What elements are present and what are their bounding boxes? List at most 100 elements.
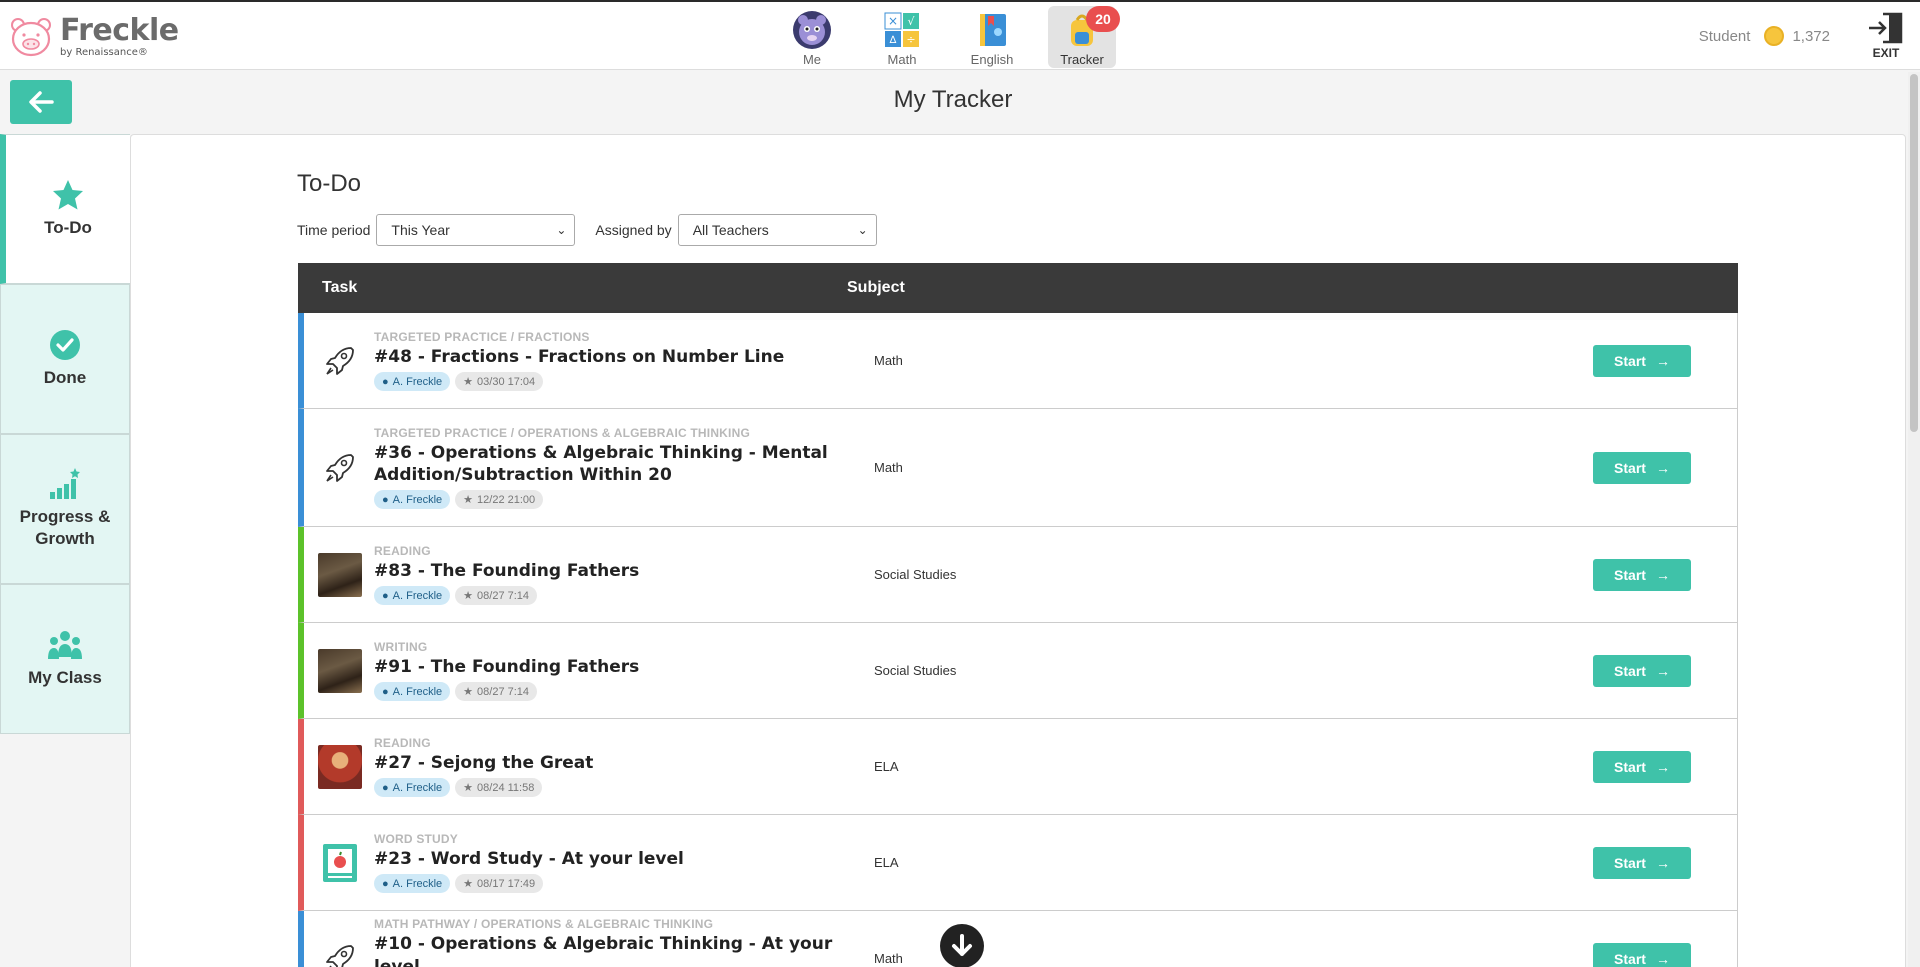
user-icon: ● [382, 493, 389, 506]
nav-tab-english[interactable]: English [958, 6, 1026, 68]
page-scrollbar[interactable] [1908, 72, 1920, 967]
start-label: Start [1614, 352, 1646, 369]
rocket-icon [318, 937, 362, 967]
filters-bar: Time period This Year ⌄ Assigned by All … [297, 214, 877, 246]
star-icon: ★ [463, 376, 474, 389]
svg-text:∆: ∆ [889, 35, 897, 46]
start-button[interactable]: Start → [1593, 344, 1691, 377]
scrollbar-thumb[interactable] [1910, 74, 1918, 432]
table-row: MATH PATHWAY / OPERATIONS & ALGEBRAIC TH… [298, 911, 1738, 967]
start-button[interactable]: Start → [1593, 942, 1691, 967]
task-info: READING #27 - Sejong the Great ● A. Freckle… [374, 736, 874, 798]
arrow-right-icon: → [1655, 459, 1670, 476]
date-chip: ★ 08/24 11:58 [455, 778, 543, 798]
teacher-name: A. Freckle [392, 493, 443, 506]
task-title[interactable]: #10 - Operations & Algebraic Thinking - … [374, 933, 874, 967]
task-subject: ELA [874, 855, 899, 870]
teacher-chip: ● A. Freckle [374, 490, 451, 510]
start-button[interactable]: Start → [1593, 654, 1691, 687]
math-icon: × √ ∆ ÷ [884, 12, 919, 47]
assigned-date: 08/27 7:14 [477, 685, 530, 698]
pig-logo-icon [11, 18, 51, 57]
column-header-task: Task [322, 279, 358, 296]
arrow-right-icon: → [1655, 854, 1670, 871]
user-icon: ● [382, 781, 389, 794]
exit-door-icon [1869, 12, 1903, 44]
star-icon [53, 179, 83, 210]
star-icon: ★ [463, 686, 474, 699]
chevron-down-icon: ⌄ [556, 223, 567, 237]
date-chip: ★ 08/27 7:14 [455, 586, 538, 606]
sidebar-item-progress-growth[interactable]: Progress & Growth [0, 434, 130, 584]
rocket-icon [318, 339, 362, 383]
nav-tab-me[interactable]: Me [778, 6, 846, 68]
start-button[interactable]: Start → [1593, 451, 1691, 484]
arrow-right-icon: → [1655, 950, 1670, 967]
star-icon: ★ [463, 782, 474, 795]
teacher-name: A. Freckle [392, 375, 443, 388]
start-button[interactable]: Start → [1593, 846, 1691, 879]
logo-subtitle: by Renaissance® [60, 47, 148, 58]
task-subject: Social Studies [874, 567, 957, 582]
task-subject: Math [874, 460, 903, 475]
sidebar-item-done[interactable]: Done [0, 284, 130, 434]
exit-label: EXIT [1872, 46, 1900, 60]
table-row: TARGETED PRACTICE / FRACTIONS #48 - Fract… [298, 313, 1738, 409]
portrait-thumbnail [318, 744, 362, 789]
task-title[interactable]: #36 - Operations & Algebraic Thinking - … [374, 442, 874, 486]
teacher-chip: ● A. Freckle [374, 372, 451, 392]
rocket-icon [318, 446, 362, 490]
book-icon [980, 14, 1006, 46]
teacher-name: A. Freckle [392, 781, 443, 794]
task-title[interactable]: #48 - Fractions - Fractions on Number Li… [374, 346, 874, 368]
user-icon: ● [382, 685, 389, 698]
task-category: TARGETED PRACTICE / FRACTIONS [374, 329, 590, 344]
task-category: TARGETED PRACTICE / OPERATIONS & ALGEBRA… [374, 425, 750, 440]
check-circle-icon [50, 329, 80, 360]
task-info: WORD STUDY #23 - Word Study - At your lev… [374, 832, 874, 894]
nav-tab-label: Tracker [1060, 52, 1104, 67]
user-area: Student 1,372 [1699, 26, 1830, 46]
task-info: TARGETED PRACTICE / FRACTIONS #48 - Fract… [374, 329, 874, 392]
assigned-by-select[interactable]: All Teachers ⌄ [677, 214, 877, 246]
task-title[interactable]: #23 - Word Study - At your level [374, 848, 874, 870]
word-study-icon [318, 841, 362, 885]
task-title[interactable]: #91 - The Founding Fathers [374, 656, 874, 678]
task-title[interactable]: #27 - Sejong the Great [374, 752, 874, 774]
teacher-chip: ● A. Freckle [374, 778, 451, 798]
teacher-name: A. Freckle [392, 877, 443, 890]
user-icon: ● [382, 877, 389, 890]
sidebar-item-my-class[interactable]: My Class [0, 584, 130, 734]
chevron-down-icon: ⌄ [857, 223, 868, 237]
star-icon: ★ [463, 590, 474, 603]
nav-tab-tracker[interactable]: Tracker 20 [1048, 6, 1120, 68]
start-label: Start [1614, 459, 1646, 476]
assigned-date: 12/22 21:00 [477, 493, 536, 506]
task-category: READING [374, 543, 431, 558]
nav-tab-math[interactable]: × √ ∆ ÷ Math [868, 6, 936, 68]
start-button[interactable]: Start → [1593, 750, 1691, 783]
task-chips: ● A. Freckle ★ 08/27 7:14 [374, 586, 874, 606]
table-rows: TARGETED PRACTICE / FRACTIONS #48 - Fract… [298, 313, 1738, 967]
table-row: WORD STUDY #23 - Word Study - At your lev… [298, 815, 1738, 911]
arrow-down-icon [952, 934, 972, 956]
task-title[interactable]: #83 - The Founding Fathers [374, 560, 874, 582]
sidebar-item-todo[interactable]: To-Do [0, 134, 130, 284]
task-subject: ELA [874, 759, 899, 774]
time-period-label: Time period [297, 222, 371, 238]
sidebar-item-label: Progress & Growth [19, 506, 111, 548]
task-info: READING #83 - The Founding Fathers ● A. Fre… [374, 543, 874, 606]
date-chip: ★ 08/27 7:14 [455, 682, 538, 702]
exit-button[interactable]: EXIT [1864, 10, 1908, 60]
teacher-chip: ● A. Freckle [374, 874, 451, 894]
task-chips: ● A. Freckle ★ 03/30 17:04 [374, 372, 874, 392]
table-row: TARGETED PRACTICE / OPERATIONS & ALGEBRA… [298, 409, 1738, 527]
time-period-select[interactable]: This Year ⌄ [376, 214, 576, 246]
freckle-logo[interactable]: Freckle by Renaissance® [8, 16, 179, 58]
table-row: WRITING #91 - The Founding Fathers ● A. Fre… [298, 623, 1738, 719]
avatar-icon [793, 11, 831, 49]
page-title: My Tracker [893, 86, 1013, 113]
scroll-down-button[interactable] [940, 924, 984, 967]
start-button[interactable]: Start → [1593, 558, 1691, 591]
start-label: Start [1614, 758, 1646, 775]
